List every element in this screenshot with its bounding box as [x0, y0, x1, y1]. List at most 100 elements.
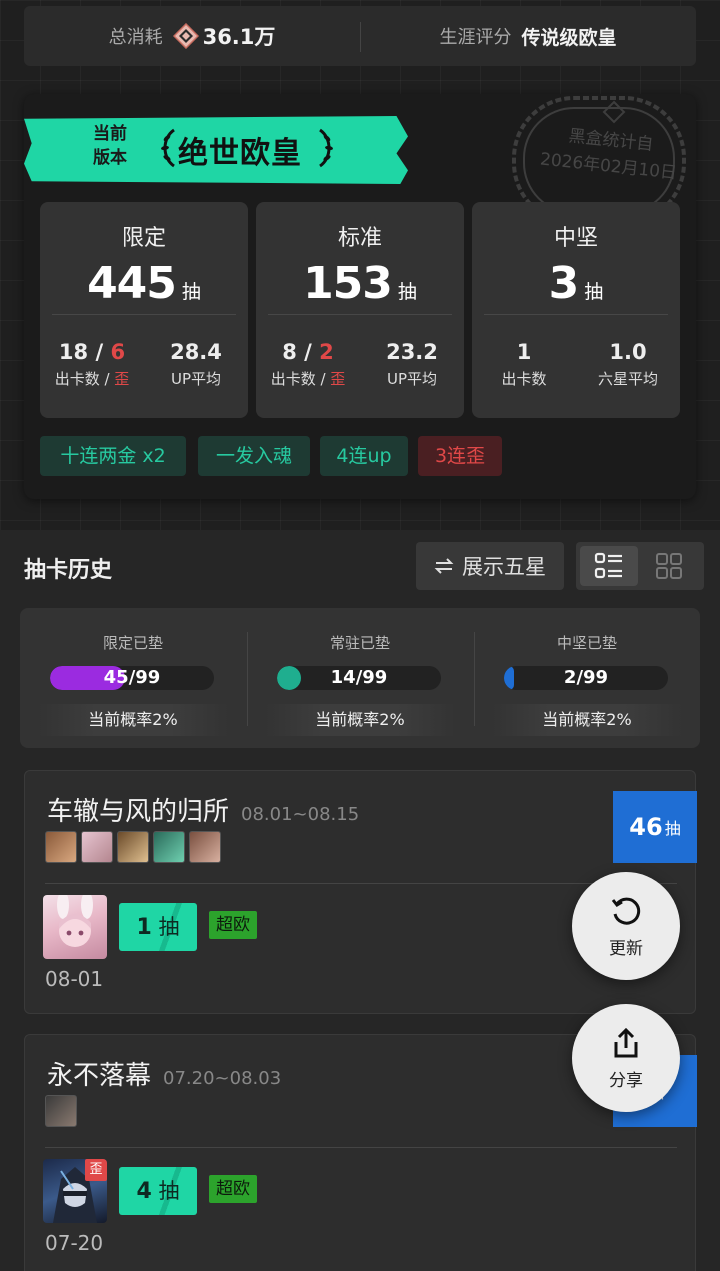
- view-toggle: [576, 542, 704, 590]
- average-value: 23.2: [386, 340, 438, 364]
- rank-title: 绝世欧皇: [178, 136, 302, 171]
- show-five-star-label: 展示五星: [462, 555, 546, 579]
- list-view-icon: [594, 552, 622, 579]
- pity-count: 14/99: [330, 667, 388, 688]
- cards-sub-label: 出卡数: [501, 370, 547, 388]
- history-separator: [45, 883, 677, 884]
- banner-operators: [45, 1095, 77, 1127]
- pull-result-count: 1: [136, 915, 152, 940]
- banner-pull-count-unit: 抽: [664, 819, 681, 838]
- cards-slash: /: [88, 340, 111, 364]
- banner-name: 车辙与风的归所: [47, 797, 230, 827]
- banner-label: 当前 版本: [88, 122, 132, 170]
- total-cost-value: 36.1万: [202, 25, 276, 49]
- refresh-label: 更新: [609, 938, 643, 959]
- pity-rate: 当前概率2%: [38, 704, 228, 736]
- off-banner-sub-label: 歪: [114, 370, 130, 388]
- tag-one-shot: 一发入魂: [198, 436, 310, 476]
- stat-cards-column: 1 出卡数: [472, 340, 576, 389]
- career-score-value: 传说级欧皇: [521, 26, 617, 49]
- pull-result-unit: 抽: [158, 1179, 180, 1203]
- history-separator: [45, 1147, 677, 1148]
- operator-avatar: [189, 831, 221, 863]
- pity-core: 中坚已垫 2/99 当前概率2%: [474, 608, 700, 748]
- pity-standard: 常驻已垫 14/99 当前概率2%: [247, 608, 473, 748]
- pity-label: 限定已垫: [102, 634, 163, 652]
- average-value: 1.0: [609, 340, 647, 364]
- stat-title: 标准: [337, 226, 382, 251]
- stat-total-value: 153: [303, 258, 393, 309]
- average-value: 28.4: [170, 340, 222, 364]
- off-banner-mark: 歪: [85, 1159, 107, 1181]
- pity-count: 2/99: [563, 667, 609, 688]
- stat-core: 中坚 3抽 1 出卡数 1.0 六星平均: [472, 202, 680, 418]
- off-banner-count: 2: [319, 340, 334, 364]
- banner-operators: [45, 831, 221, 863]
- summary-bar: 总消耗 36.1万 生涯评分 传说级欧皇: [24, 6, 696, 66]
- rank-banner: 当前 版本 绝世欧皇: [24, 116, 408, 184]
- stat-cards-column: 18 / 6 出卡数 / 歪: [40, 340, 144, 389]
- stat-cards-column: 8 / 2 出卡数 / 歪: [256, 340, 360, 389]
- pull-date: 07-20: [45, 1231, 104, 1255]
- stat-separator: [268, 314, 452, 315]
- grid-view-icon: [656, 553, 682, 579]
- operator-portrait: [43, 895, 107, 959]
- pity-label: 常驻已垫: [329, 634, 390, 652]
- stat-total: 445 抽: [40, 258, 248, 309]
- luck-tag: 超欧: [209, 911, 257, 939]
- average-label: UP平均: [170, 370, 222, 388]
- stat-total-unit: 抽: [584, 281, 604, 303]
- pity-label: 中坚已垫: [556, 634, 617, 652]
- pull-result-chip: 1 抽: [119, 903, 197, 951]
- banner-name-row: 车辙与风的归所 08.01~08.15: [47, 791, 359, 828]
- cards-slash: /: [296, 340, 320, 364]
- laurel-left-icon: [161, 128, 175, 168]
- cards-count: 18: [58, 340, 89, 364]
- operator-portrait: 歪: [43, 1159, 107, 1223]
- pity-limited: 限定已垫 45/99 当前概率2%: [20, 608, 246, 748]
- banner-label-line1: 当前: [93, 124, 127, 144]
- share-button[interactable]: 分享: [572, 1004, 680, 1112]
- pity-rate: 当前概率2%: [265, 704, 455, 736]
- operator-portrait-art: [57, 895, 93, 947]
- cards-sub-label: 出卡数 /: [54, 370, 115, 388]
- banner-pull-count: 46 抽: [613, 791, 697, 863]
- average-label: UP平均: [386, 370, 438, 388]
- cards-sub-label: 出卡数 /: [270, 370, 331, 388]
- stat-total-value: 445: [87, 258, 177, 309]
- stat-separator: [484, 314, 668, 315]
- career-score: 生涯评分 传说级欧皇: [360, 6, 696, 66]
- share-label: 分享: [609, 1070, 643, 1091]
- stat-limited: 限定 445 抽 18 / 6 出卡数 / 歪 28.4 UP平均: [40, 202, 248, 418]
- show-five-star-button[interactable]: 展示五星: [416, 542, 564, 590]
- grid-view-button[interactable]: [640, 546, 698, 586]
- stat-average-column: 23.2 UP平均: [360, 340, 464, 389]
- career-score-label: 生涯评分: [439, 27, 512, 48]
- pull-date: 08-01: [45, 967, 104, 991]
- luck-tag: 超欧: [209, 1175, 257, 1203]
- cards-count: 8: [282, 340, 297, 364]
- average-label: 六星平均: [597, 370, 658, 388]
- banner-dates: 07.20~08.03: [163, 1068, 282, 1089]
- cards-count: 1: [516, 340, 532, 364]
- banner-label-line2: 版本: [93, 148, 127, 168]
- tag-four-up-streak: 4连up: [320, 436, 408, 476]
- rank-card: 黑盒统计自 2026年02月10日 当前 版本 绝世欧皇 限定 445 抽 18…: [24, 94, 696, 499]
- refresh-button[interactable]: 更新: [572, 872, 680, 980]
- stat-total: 153 抽: [256, 258, 464, 309]
- list-view-button[interactable]: [580, 546, 638, 586]
- stat-total-unit: 抽: [397, 281, 417, 303]
- pull-result-count: 4: [136, 1179, 152, 1204]
- history-title: 抽卡历史: [24, 558, 113, 583]
- pity-card: 限定已垫 45/99 当前概率2% 常驻已垫 14/99 当前概率2% 中坚已垫…: [20, 608, 700, 748]
- laurel-right-icon: [319, 128, 333, 168]
- stat-total-unit: 抽: [181, 281, 201, 303]
- off-banner-count: 6: [110, 340, 126, 364]
- banner-dates: 08.01~08.15: [241, 804, 360, 825]
- banner-pull-count-value: 46: [629, 813, 663, 841]
- operator-avatar: [81, 831, 113, 863]
- stat-title: 限定: [121, 226, 166, 251]
- stat-average-column: 1.0 六星平均: [576, 340, 680, 389]
- stat-title: 中坚: [553, 226, 598, 251]
- stat-average-column: 28.4 UP平均: [144, 340, 248, 389]
